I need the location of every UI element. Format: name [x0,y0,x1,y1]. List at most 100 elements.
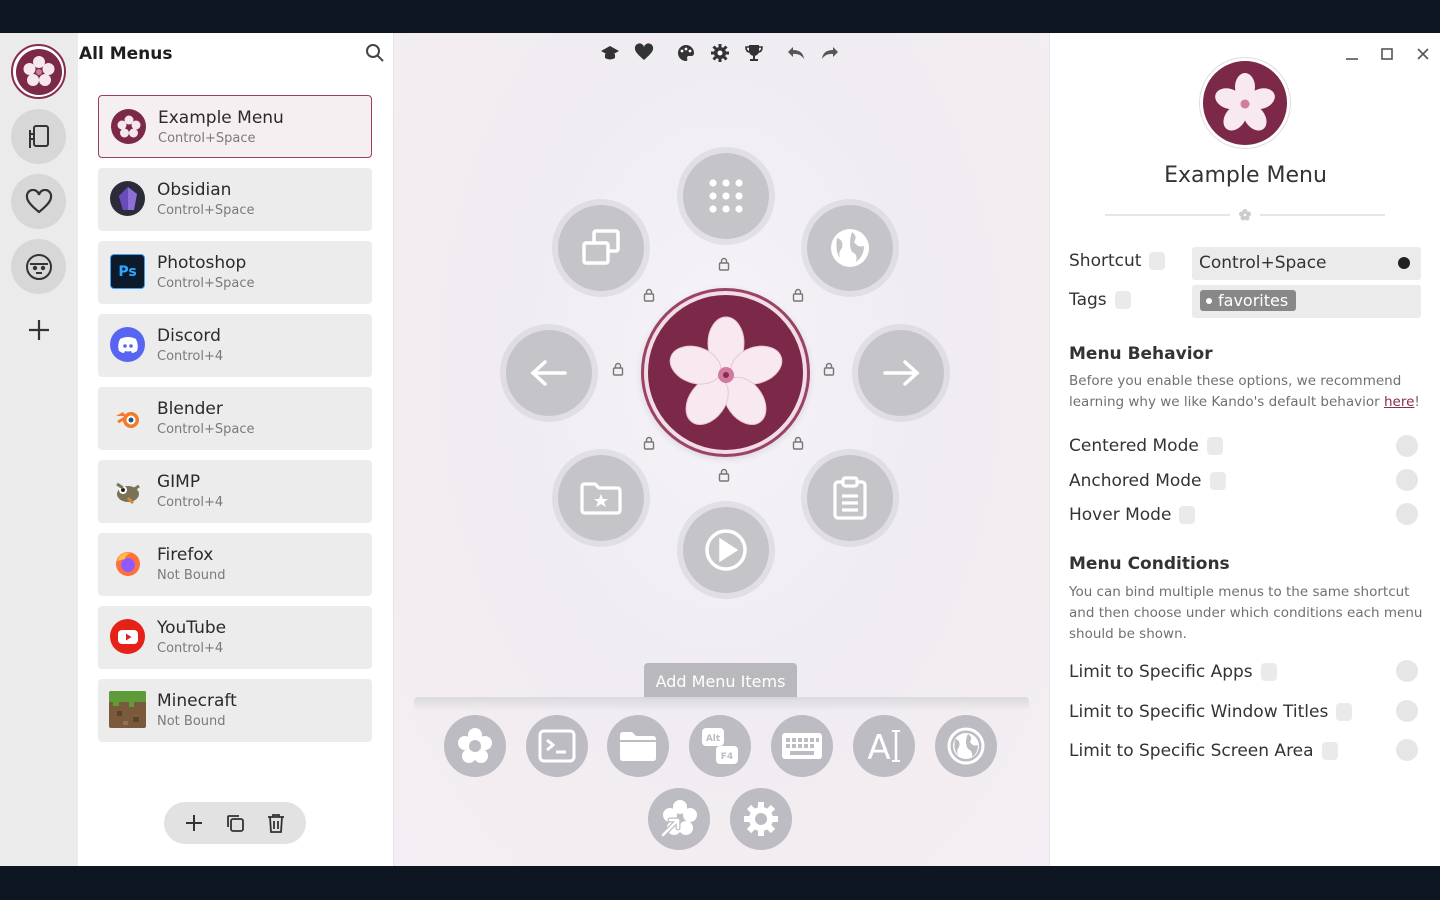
play-icon [705,529,747,571]
text-icon-letter: A [867,728,890,766]
node-clipboard[interactable] [807,455,893,541]
behavior-text: Before you enable these options, we reco… [1069,373,1402,410]
tray-submenu[interactable] [444,715,506,777]
tray-text[interactable]: A [853,715,915,777]
node-favorites-folder[interactable] [558,455,644,541]
menu-item-gimp[interactable]: GIMP Control+4 [98,460,372,523]
info-icon[interactable] [1321,742,1338,760]
limit-apps-toggle[interactable] [1396,660,1418,682]
duplicate-menu-button[interactable] [223,811,247,835]
lock-icon[interactable] [718,468,730,482]
menu-preview-area: Add Menu Items Alt F4 A [394,33,1049,866]
keyboard-icon [782,733,822,759]
face-icon [25,253,52,280]
add-items-tab[interactable]: Add Menu Items [644,663,797,699]
graduation-cap-icon[interactable] [600,43,620,63]
info-icon[interactable] [1260,663,1277,681]
menu-item-example-menu[interactable]: Example Menu Control+Space [98,95,372,158]
trophy-icon[interactable] [744,43,764,63]
lock-icon[interactable] [718,257,730,271]
info-icon[interactable] [1114,291,1131,309]
left-rail [0,33,78,866]
heart-icon[interactable] [634,43,654,63]
undo-icon[interactable] [786,43,806,63]
here-link[interactable]: here [1384,394,1414,410]
anchored-mode-toggle[interactable] [1396,469,1418,491]
rail-favorites-button[interactable] [11,174,66,229]
lock-icon[interactable] [792,288,804,302]
node-web[interactable] [807,205,893,291]
menu-item-shortcut: Control+4 [157,349,224,364]
grid-dots-icon [709,179,743,213]
menu-item-shortcut: Not Bound [157,714,226,729]
tray-file[interactable] [607,715,669,777]
limit-titles-toggle[interactable] [1396,700,1418,722]
shortcut-input[interactable]: Control+Space [1192,247,1421,280]
rail-menus-button[interactable] [11,44,66,99]
menu-name-field[interactable]: Example Menu [1050,163,1440,188]
shortcut-label-row: Shortcut [1069,251,1166,271]
record-icon[interactable] [1398,257,1410,269]
toolbar [394,33,1049,73]
lock-icon[interactable] [643,436,655,450]
menu-item-youtube[interactable]: YouTube Control+4 [98,606,372,669]
rail-templates-button[interactable] [11,109,66,164]
menu-item-name: GIMP [157,472,201,492]
tag-chip[interactable]: favorites [1200,290,1297,311]
menu-item-photoshop[interactable]: Ps Photoshop Control+Space [98,241,372,304]
menu-item-firefox[interactable]: Firefox Not Bound [98,533,372,596]
menu-item-minecraft[interactable]: Minecraft Not Bound [98,679,372,742]
tray-redirect[interactable] [648,788,710,850]
menu-item-blender[interactable]: Blender Control+Space [98,387,372,450]
tray-settings[interactable] [730,788,792,850]
tray-uri[interactable] [935,715,997,777]
node-apps-grid[interactable] [683,153,769,239]
gear-icon[interactable] [710,43,730,63]
search-icon[interactable] [365,43,385,63]
center-menu-node[interactable] [644,291,807,454]
limit-apps-label: Limit to Specific Apps [1069,662,1253,682]
node-back[interactable] [506,330,592,416]
tray-macro[interactable] [771,715,833,777]
centered-mode-toggle[interactable] [1396,435,1418,457]
youtube-icon [110,619,145,654]
node-media[interactable] [683,507,769,593]
tags-input[interactable]: favorites [1192,285,1421,318]
node-forward[interactable] [858,330,944,416]
info-icon[interactable] [1149,252,1166,270]
tray-hotkey[interactable]: Alt F4 [689,715,751,777]
lock-icon[interactable] [792,436,804,450]
maximize-icon[interactable] [1378,45,1396,63]
palette-icon[interactable] [676,43,696,63]
conditions-heading: Menu Conditions [1069,554,1230,574]
info-icon[interactable] [1336,703,1353,721]
rail-themes-button[interactable] [11,239,66,294]
add-menu-button[interactable] [182,811,206,835]
sakura-flower-icon [1215,73,1275,131]
info-icon[interactable] [1206,437,1223,455]
node-windows[interactable] [558,205,644,291]
limit-area-toggle[interactable] [1396,739,1418,761]
minimize-icon[interactable] [1343,45,1361,63]
conditions-description: You can bind multiple menus to the same … [1069,584,1423,642]
flower-arrow-icon [660,800,697,838]
discord-icon [110,327,145,362]
lock-icon[interactable] [612,362,624,376]
info-icon[interactable] [1179,506,1196,524]
close-icon[interactable] [1414,45,1432,63]
menu-item-discord[interactable]: Discord Control+4 [98,314,372,377]
menu-item-shortcut: Control+Space [157,422,255,437]
redo-icon[interactable] [820,43,840,63]
tray-command[interactable] [526,715,588,777]
lock-icon[interactable] [643,288,655,302]
hover-mode-toggle[interactable] [1396,503,1418,525]
minecraft-icon [109,691,146,728]
info-icon[interactable] [1209,472,1226,490]
menu-icon-picker[interactable] [1200,58,1290,148]
lock-icon[interactable] [823,362,835,376]
delete-menu-button[interactable] [264,811,288,835]
add-icon[interactable] [26,317,52,343]
menu-item-obsidian[interactable]: Obsidian Control+Space [98,168,372,231]
ornament-divider [1105,209,1385,221]
menu-item-name: Discord [157,326,221,346]
